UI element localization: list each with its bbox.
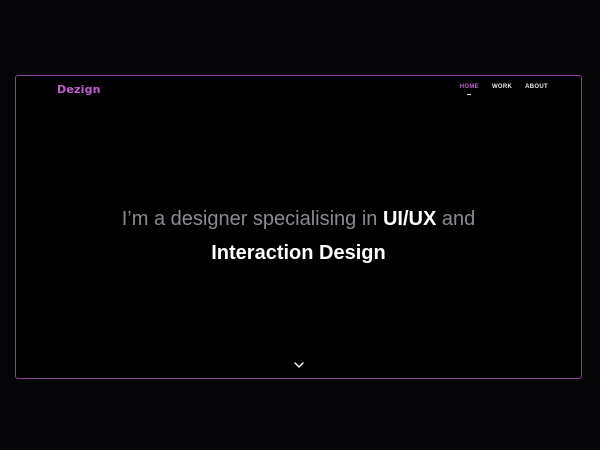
active-indicator xyxy=(467,94,472,95)
chevron-down-icon[interactable] xyxy=(292,360,306,370)
main-nav: HOME WORK ABOUT xyxy=(459,84,548,95)
hero-text-interaction-design: Interaction Design xyxy=(211,242,386,264)
hero-line-2: Interaction Design xyxy=(16,236,581,270)
nav-work-link[interactable]: WORK xyxy=(492,84,512,90)
hero-text-and: and xyxy=(436,208,476,230)
hero-line-1: I’m a designer specialising in UI/UX and xyxy=(16,202,581,236)
nav-home-label: HOME xyxy=(459,84,479,90)
hero-heading: I’m a designer specialising in UI/UX and… xyxy=(16,202,581,270)
nav-work-label: WORK xyxy=(491,84,513,90)
logo[interactable]: Dezign xyxy=(57,83,101,96)
hero-text-uiux: UI/UX xyxy=(382,208,437,230)
hero-text-intro: I’m a designer specialising in xyxy=(121,208,383,230)
nav-about-link[interactable]: ABOUT xyxy=(525,84,548,90)
nav-about-label: ABOUT xyxy=(525,84,548,90)
nav-home-link[interactable]: HOME xyxy=(459,84,479,95)
page-frame: Dezign HOME WORK ABOUT I’m a designer sp… xyxy=(15,75,582,379)
